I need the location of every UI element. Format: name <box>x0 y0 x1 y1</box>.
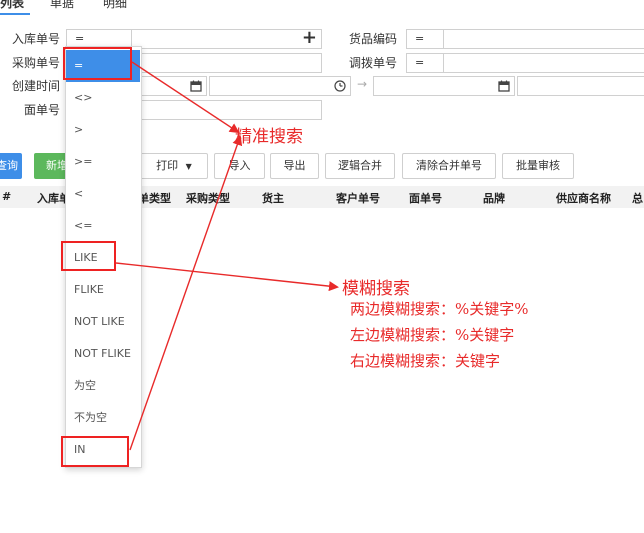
arrow-like-to-fuzzy <box>115 262 339 292</box>
annotation-fuzzy-left: 左边模糊搜索：%关键字 <box>350 326 515 344</box>
annotation-fuzzy-both: 两边模糊搜索：%关键字% <box>350 300 529 318</box>
arrow-equal-to-exact <box>131 61 240 134</box>
arrow-in-to-exact <box>129 135 243 451</box>
annotation-exact-search: 精准搜索 <box>235 127 303 147</box>
annotation-arrows <box>115 61 339 451</box>
annotation-fuzzy-right: 右边模糊搜索：关键字 <box>350 352 501 370</box>
annotation-fuzzy-search: 模糊搜索 <box>342 279 410 299</box>
